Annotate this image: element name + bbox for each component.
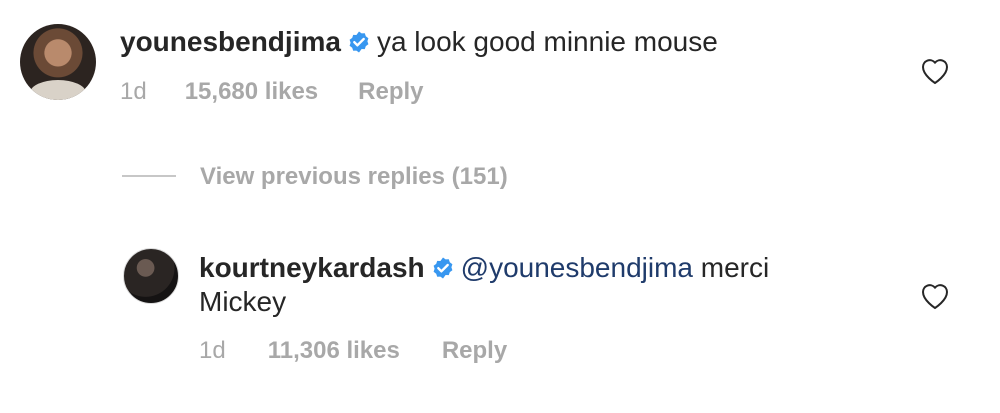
heart-outline-icon[interactable]: [920, 57, 950, 85]
reply-mention[interactable]: @younesbendjima: [461, 252, 693, 283]
verified-badge-icon: [433, 257, 453, 279]
comment-age[interactable]: 1d: [120, 78, 147, 106]
avatar[interactable]: [20, 24, 96, 100]
reply-likes[interactable]: 11,306 likes: [268, 337, 400, 365]
comment-likes[interactable]: 15,680 likes: [185, 78, 318, 106]
reply-meta: 1d 11,306 likes Reply: [199, 337, 507, 365]
view-previous-replies-button[interactable]: View previous replies (151): [122, 163, 508, 193]
view-previous-replies-label: View previous replies (151): [200, 163, 508, 190]
reply-avatar[interactable]: [123, 248, 179, 304]
comment-text: ya look good minnie mouse: [376, 26, 718, 57]
reply-username[interactable]: kourtneykardash: [199, 252, 425, 283]
reply-text: merci: [692, 252, 770, 283]
heart-outline-icon[interactable]: [920, 282, 950, 310]
reply-text-continued: Mickey: [199, 286, 287, 317]
comment-username[interactable]: younesbendjima: [120, 26, 341, 57]
divider: [122, 174, 176, 177]
reply-age[interactable]: 1d: [199, 337, 226, 365]
reply-button[interactable]: Reply: [358, 78, 423, 106]
comment-meta: 1d 15,680 likes Reply: [120, 78, 424, 106]
reply-text-line-2: Mickey: [199, 284, 286, 320]
reply-reply-button[interactable]: Reply: [442, 337, 507, 365]
verified-badge-icon: [349, 31, 369, 53]
comment-text-line: younesbendjima ya look good minnie mouse: [120, 24, 718, 60]
reply-text-line: kourtneykardash @younesbendjima merci: [199, 250, 769, 286]
